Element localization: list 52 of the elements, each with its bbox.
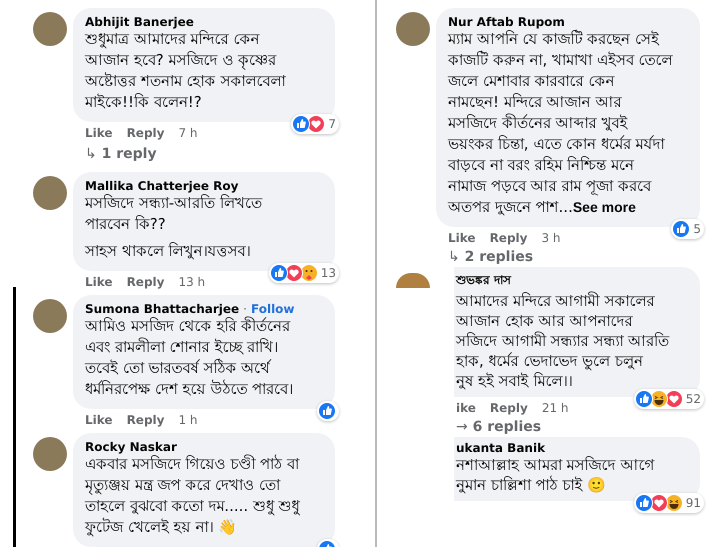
commenter-name[interactable]: Nur Aftab Rupom <box>448 15 565 29</box>
like-link[interactable]: Like <box>85 413 113 427</box>
see-more-link[interactable]: See more <box>572 199 636 215</box>
comment-text: শুধুমাত্র আমাদের মন্দিরে কেন আজান হবে? মসজিদে ও কৃষ্ণের অষ্টোত্তর শতনাম হোক সকালবেলা মাইকে!!কি বলেন!? <box>85 29 287 113</box>
reply-link[interactable]: Reply <box>490 401 528 415</box>
reply-link[interactable]: Reply <box>126 413 164 427</box>
comment-text: আমাদের মন্দিরে আগামী সকালের আজান হোক আর আপনাদের সজিদে আগামী সন্ধ্যার সন্ধ্যা আরতি হাক, ধর্মের ভেদাভেদ ভুলে চলুন নুষ হই সবাই মিলে।। <box>456 291 670 391</box>
comment-time[interactable]: 13 h <box>178 275 206 289</box>
avatar[interactable] <box>33 12 67 46</box>
comment-text: ম্যাম আপনি যে কাজটি করছেন সেই কাজটি করুন না, খামাখা এইসব তেলে জলে মেশাবার কারবারে কেন নামছেন! মন্দিরে আজান আর মসজিদে কীর্তনের আব্দার খুবই ভয়ংকর চিন্তা, এতে কোন ধর্মের মর্যদা বাড়বে না বরং রহিম নিশ্চিন্ত মনে নামাজ পড়বে আর রাম পূজা করবে অতপর দুজনে পাশ...See more <box>448 29 674 218</box>
like-link[interactable]: Like <box>85 126 113 140</box>
follow-link[interactable]: Follow <box>251 302 295 316</box>
separator-dot: · <box>243 302 247 316</box>
comment-time[interactable]: 3 h <box>541 231 561 245</box>
comment-text: সাহস থাকলে লিখুন।যত্তসব। <box>85 241 252 262</box>
comment-text: আমিও মসজিদ থেকে হরি কীর্তনের এবং রামলীলা শোনার ইচ্ছে রাখি। তবেই তো ভারতবর্ষ সঠিক অর্থে ধর্মনিরপেক্ষ দেশ হয়ে উঠতে পারবে। <box>85 316 294 400</box>
comment-text: মসজিদে সন্ধ্যা-আরতি লিখতে পারবেন কি?? <box>85 193 264 235</box>
reaction-count: 5 <box>693 222 701 236</box>
comment-time[interactable]: 1 h <box>178 413 198 427</box>
comment-text: একবার মসজিদে গিয়েও চণ্ডী পাঠ বা মৃত্যুঞ্জয় মন্ত্র জপ করে দেখাও তো তাহলে বুঝবো কতো দম..... শুধু শুধু ফুটেজ খেলেই হয় না। 👋 <box>85 454 302 538</box>
reaction-count: 52 <box>686 392 701 406</box>
reaction-badge[interactable]: 13 <box>268 263 339 283</box>
reaction-badge[interactable]: 5 <box>671 219 704 239</box>
reaction-badge[interactable]: 52 <box>634 389 704 409</box>
comment-time[interactable]: 7 h <box>178 126 198 140</box>
avatar[interactable] <box>396 12 430 46</box>
commenter-name[interactable]: Abhijit Banerjee <box>85 15 194 29</box>
comment-text: নশাআল্লাহ আমরা মসজিদে আগে নুমান চাল্লিশা পাঠ চাই 🙂 <box>456 455 656 495</box>
reply-link[interactable]: Reply <box>126 275 164 289</box>
reaction-count: 13 <box>320 266 336 280</box>
commenter-name[interactable]: ukanta Banik <box>456 441 546 455</box>
reply-link[interactable]: Reply <box>490 231 528 245</box>
avatar[interactable] <box>33 437 67 471</box>
avatar[interactable] <box>396 273 430 288</box>
view-replies-link[interactable]: ↳ 1 reply <box>73 140 335 166</box>
avatar[interactable] <box>33 299 67 333</box>
commenter-name[interactable]: Rocky Naskar <box>85 440 177 454</box>
like-link[interactable]: ike <box>456 401 476 415</box>
reaction-badge[interactable]: 7 <box>291 114 339 134</box>
reply-link[interactable]: Reply <box>126 126 164 140</box>
like-link[interactable]: Like <box>448 231 476 245</box>
avatar[interactable] <box>33 176 67 210</box>
view-replies-link[interactable]: → 6 replies <box>436 415 700 437</box>
reaction-count: 91 <box>686 496 701 510</box>
commenter-name[interactable]: Sumona Bhattacharjee <box>85 302 240 316</box>
reaction-badge[interactable]: 91 <box>634 493 704 513</box>
reaction-count: 7 <box>328 117 336 131</box>
commenter-name[interactable]: Mallika Chatterjee Roy <box>85 179 238 193</box>
like-link[interactable]: Like <box>85 275 113 289</box>
view-replies-link[interactable]: ↳ 2 replies <box>436 245 700 267</box>
commenter-name[interactable]: শুভঙ্কর দাস <box>456 271 512 291</box>
comment-time[interactable]: 21 h <box>542 401 569 415</box>
